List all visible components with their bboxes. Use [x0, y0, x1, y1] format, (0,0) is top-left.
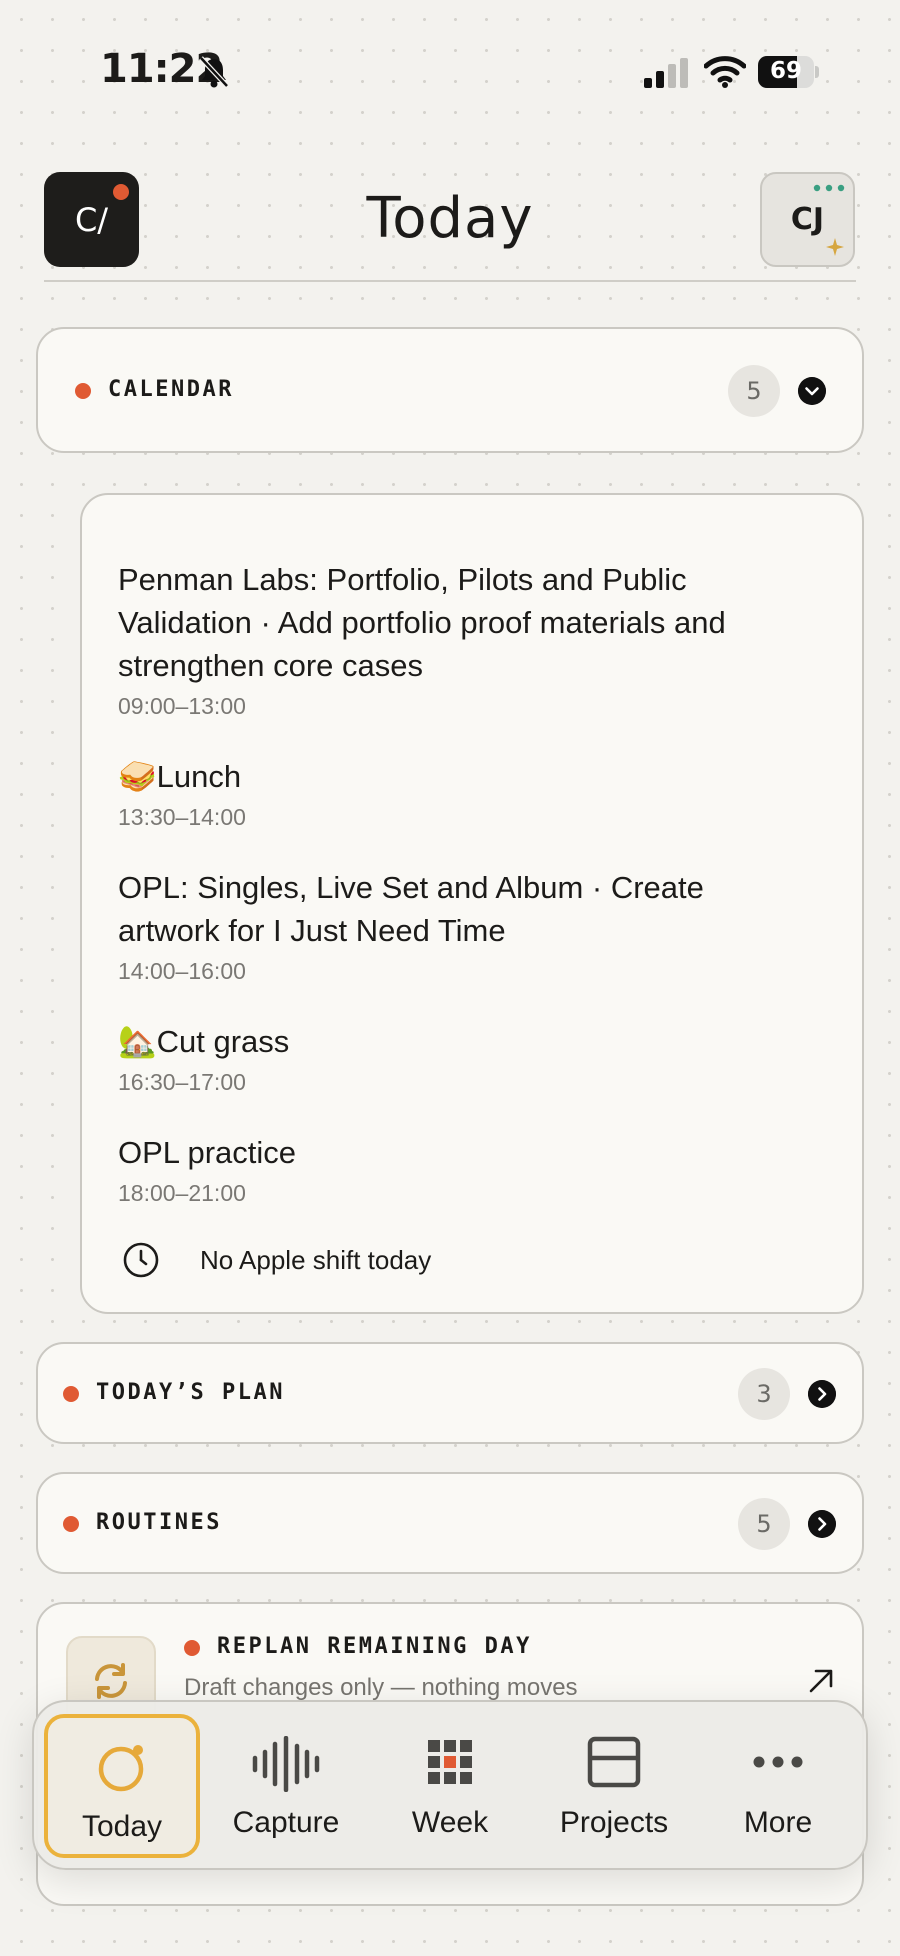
cellular-signal-icon: [644, 58, 688, 88]
clock-icon: [123, 1242, 159, 1278]
tab-today[interactable]: Today: [44, 1714, 200, 1858]
event-title[interactable]: OPL practice: [118, 1131, 808, 1174]
event-time: 13:30–14:00: [118, 804, 246, 830]
routines-label: ROUTINES: [96, 1510, 222, 1535]
tab-label: Capture: [232, 1806, 340, 1839]
refresh-icon: [95, 1663, 127, 1699]
calendar-count-badge: 5: [728, 365, 780, 417]
replan-subtitle: Draft changes only — nothing moves: [184, 1674, 578, 1701]
tab-label: Projects: [559, 1806, 669, 1839]
waveform-icon: [252, 1736, 320, 1792]
tab-capture[interactable]: Capture: [208, 1714, 364, 1858]
notification-dot: [113, 184, 129, 200]
event-title[interactable]: 🥪Lunch: [118, 755, 808, 798]
tab-week[interactable]: Week: [372, 1714, 528, 1858]
battery-percent: 69: [769, 58, 802, 84]
replan-label: REPLAN REMAINING DAY: [217, 1634, 532, 1659]
section-dot: [184, 1640, 200, 1656]
routines-section-header[interactable]: ROUTINES 5: [36, 1472, 864, 1574]
arrow-up-right-icon[interactable]: [806, 1666, 836, 1696]
logo-text: C/: [74, 200, 109, 239]
sparkle-icon: [826, 238, 844, 256]
chevron-right-icon[interactable]: [808, 1380, 836, 1408]
event-time: 09:00–13:00: [118, 693, 246, 719]
event-title[interactable]: Penman Labs: Portfolio, Pilots and Publi…: [118, 558, 808, 687]
shift-note: No Apple shift today: [200, 1245, 432, 1275]
section-dot: [63, 1386, 79, 1402]
tab-projects[interactable]: Projects: [536, 1714, 692, 1858]
section-dot: [75, 383, 91, 399]
folder-icon: [587, 1736, 641, 1788]
todays-plan-count-badge: 3: [738, 1368, 790, 1420]
chevron-right-icon[interactable]: [808, 1510, 836, 1538]
section-dot: [63, 1516, 79, 1532]
todays-plan-section-header[interactable]: TODAY’S PLAN 3: [36, 1342, 864, 1444]
battery-indicator: 69: [758, 56, 819, 88]
event-time: 14:00–16:00: [118, 958, 246, 984]
tab-more[interactable]: More: [700, 1714, 856, 1858]
tab-label: Week: [411, 1806, 489, 1839]
avatar-initials: CJ: [790, 202, 825, 237]
bell-muted-icon: [199, 56, 229, 88]
tab-label: Today: [81, 1810, 163, 1843]
tab-label: More: [743, 1806, 813, 1839]
event-title[interactable]: OPL: Singles, Live Set and Album · Creat…: [118, 866, 808, 952]
event-time: 16:30–17:00: [118, 1069, 246, 1095]
ellipsis-icon: [753, 1756, 803, 1768]
header-divider: [44, 280, 856, 282]
grid-icon: [428, 1740, 472, 1784]
todays-plan-label: TODAY’S PLAN: [96, 1380, 285, 1405]
routines-count-badge: 5: [738, 1498, 790, 1550]
tab-bar: Today Capture Week Projects More: [32, 1700, 868, 1870]
wifi-icon: [704, 56, 746, 88]
avatar-button[interactable]: CJ: [760, 172, 855, 267]
page-title: Today: [366, 186, 534, 251]
today-ring-icon: [98, 1745, 144, 1792]
chevron-down-icon[interactable]: [798, 377, 826, 405]
event-time: 18:00–21:00: [118, 1180, 246, 1206]
event-title[interactable]: 🏡Cut grass: [118, 1020, 808, 1063]
calendar-label: CALENDAR: [108, 377, 234, 402]
app-logo-button[interactable]: C/: [44, 172, 139, 267]
calendar-section-header[interactable]: CALENDAR 5: [36, 327, 864, 453]
status-dots-icon: [813, 184, 845, 192]
